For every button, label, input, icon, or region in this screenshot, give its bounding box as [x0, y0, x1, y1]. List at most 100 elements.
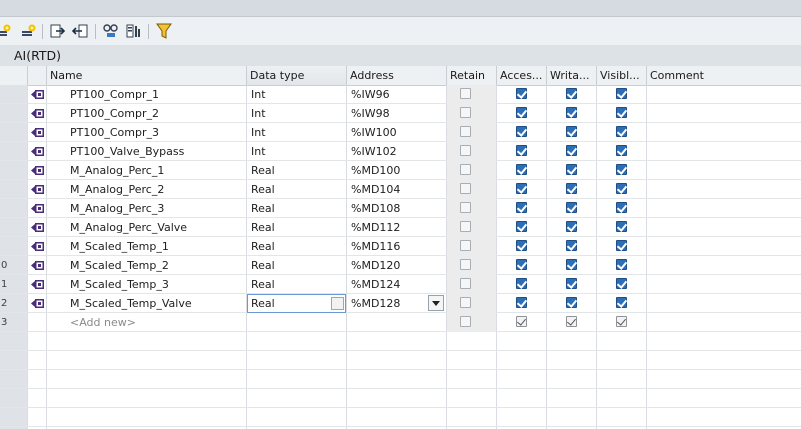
table-row[interactable]: PT100_Compr_2 Int %IW98	[0, 104, 801, 123]
column-header-name[interactable]: Name	[47, 66, 247, 85]
table-row[interactable]: PT100_Compr_1 Int %IW96	[0, 85, 801, 104]
tag-address[interactable]: %MD104	[351, 180, 400, 199]
tag-data-type[interactable]: Int	[251, 85, 266, 104]
table-row[interactable]: PT100_Valve_Bypass Int %IW102	[0, 142, 801, 161]
retain-checkbox[interactable]	[460, 259, 471, 270]
visible-checkbox[interactable]	[616, 145, 627, 156]
tag-address[interactable]: %MD128	[351, 294, 400, 313]
visible-checkbox[interactable]	[616, 297, 627, 308]
writable-checkbox[interactable]	[566, 259, 577, 270]
retain-checkbox[interactable]	[460, 221, 471, 232]
tag-name[interactable]: PT100_Compr_3	[70, 123, 159, 142]
accessible-checkbox[interactable]	[516, 126, 527, 137]
tag-data-type[interactable]: Real	[251, 161, 275, 180]
table-row[interactable]: M_Analog_Perc_3 Real %MD108	[0, 199, 801, 218]
list-picker-icon[interactable]	[331, 297, 344, 310]
retain-checkbox[interactable]	[460, 183, 471, 194]
writable-checkbox[interactable]	[566, 278, 577, 289]
tag-address[interactable]: %MD100	[351, 161, 400, 180]
column-header-writable[interactable]: Writa...	[547, 66, 597, 85]
table-row[interactable]: M_Analog_Perc_2 Real %MD104	[0, 180, 801, 199]
tag-address[interactable]: %MD112	[351, 218, 400, 237]
tag-name[interactable]: M_Scaled_Temp_3	[70, 275, 169, 294]
writable-checkbox[interactable]	[566, 240, 577, 251]
tag-data-type[interactable]: Real	[251, 237, 275, 256]
writable-checkbox[interactable]	[566, 107, 577, 118]
tag-name[interactable]: M_Scaled_Temp_1	[70, 237, 169, 256]
column-header-data-type[interactable]: Data type	[247, 66, 347, 85]
insert-tag-icon[interactable]	[20, 23, 38, 39]
settings-icon[interactable]	[125, 23, 143, 39]
visible-checkbox[interactable]	[616, 107, 627, 118]
tag-data-type[interactable]: Int	[251, 142, 266, 161]
tag-name[interactable]: M_Analog_Perc_2	[70, 180, 164, 199]
retain-checkbox[interactable]	[460, 126, 471, 137]
accessible-checkbox[interactable]	[516, 145, 527, 156]
table-row[interactable]: 0 M_Scaled_Temp_2 Real %MD120	[0, 256, 801, 275]
retain-checkbox[interactable]	[460, 202, 471, 213]
tag-name[interactable]: M_Scaled_Temp_Valve	[70, 294, 192, 313]
icon-header[interactable]	[28, 66, 47, 85]
retain-checkbox[interactable]	[460, 107, 471, 118]
visible-checkbox[interactable]	[616, 164, 627, 175]
accessible-checkbox[interactable]	[516, 297, 527, 308]
tag-address[interactable]: %MD124	[351, 275, 400, 294]
writable-checkbox[interactable]	[566, 221, 577, 232]
import-icon[interactable]	[71, 23, 89, 39]
accessible-checkbox[interactable]	[516, 259, 527, 270]
writable-checkbox[interactable]	[566, 202, 577, 213]
accessible-checkbox[interactable]	[516, 221, 527, 232]
monitor-icon[interactable]	[102, 23, 120, 39]
tag-name[interactable]: PT100_Compr_2	[70, 104, 159, 123]
tag-data-type[interactable]: Int	[251, 104, 266, 123]
add-new-row[interactable]: 3 <Add new>	[0, 313, 801, 332]
table-row[interactable]: M_Analog_Perc_1 Real %MD100	[0, 161, 801, 180]
column-header-accessible[interactable]: Acces...	[497, 66, 547, 85]
tag-name[interactable]: M_Analog_Perc_3	[70, 199, 164, 218]
export-icon[interactable]	[49, 23, 67, 39]
tag-data-type[interactable]: Real	[251, 180, 275, 199]
writable-checkbox[interactable]	[566, 126, 577, 137]
tag-address[interactable]: %MD120	[351, 256, 400, 275]
data-type-input[interactable]: Real	[251, 295, 275, 312]
table-row[interactable]: M_Scaled_Temp_1 Real %MD116	[0, 237, 801, 256]
column-header-visible[interactable]: Visibl...	[597, 66, 647, 85]
visible-checkbox[interactable]	[616, 221, 627, 232]
tag-name[interactable]: PT100_Valve_Bypass	[70, 142, 184, 161]
writable-checkbox[interactable]	[566, 316, 577, 327]
table-row[interactable]: 2 M_Scaled_Temp_Valve Real %MD128	[0, 294, 801, 313]
retain-checkbox[interactable]	[460, 240, 471, 251]
retain-checkbox[interactable]	[460, 278, 471, 289]
table-row[interactable]: PT100_Compr_3 Int %IW100	[0, 123, 801, 142]
accessible-checkbox[interactable]	[516, 88, 527, 99]
tag-address[interactable]: %MD108	[351, 199, 400, 218]
writable-checkbox[interactable]	[566, 183, 577, 194]
accessible-checkbox[interactable]	[516, 107, 527, 118]
tag-address[interactable]: %IW98	[351, 104, 390, 123]
tag-address[interactable]: %IW96	[351, 85, 390, 104]
visible-checkbox[interactable]	[616, 126, 627, 137]
tag-data-type[interactable]: Real	[251, 275, 275, 294]
rownum-header[interactable]	[0, 66, 28, 85]
add-new-tag[interactable]: <Add new>	[70, 313, 136, 332]
visible-checkbox[interactable]	[616, 88, 627, 99]
tag-name[interactable]: PT100_Compr_1	[70, 85, 159, 104]
accessible-checkbox[interactable]	[516, 278, 527, 289]
column-header-address[interactable]: Address	[347, 66, 447, 85]
visible-checkbox[interactable]	[616, 183, 627, 194]
tag-data-type[interactable]: Real	[251, 256, 275, 275]
tag-data-type[interactable]: Real	[251, 218, 275, 237]
visible-checkbox[interactable]	[616, 316, 627, 327]
writable-checkbox[interactable]	[566, 88, 577, 99]
accessible-checkbox[interactable]	[516, 183, 527, 194]
retain-checkbox[interactable]	[460, 164, 471, 175]
tag-address[interactable]: %IW100	[351, 123, 397, 142]
accessible-checkbox[interactable]	[516, 164, 527, 175]
table-row[interactable]: 1 M_Scaled_Temp_3 Real %MD124	[0, 275, 801, 294]
accessible-checkbox[interactable]	[516, 316, 527, 327]
retain-checkbox[interactable]	[460, 88, 471, 99]
tag-name[interactable]: M_Scaled_Temp_2	[70, 256, 169, 275]
tag-data-type[interactable]: Real	[251, 199, 275, 218]
visible-checkbox[interactable]	[616, 259, 627, 270]
tag-name[interactable]: M_Analog_Perc_Valve	[70, 218, 187, 237]
